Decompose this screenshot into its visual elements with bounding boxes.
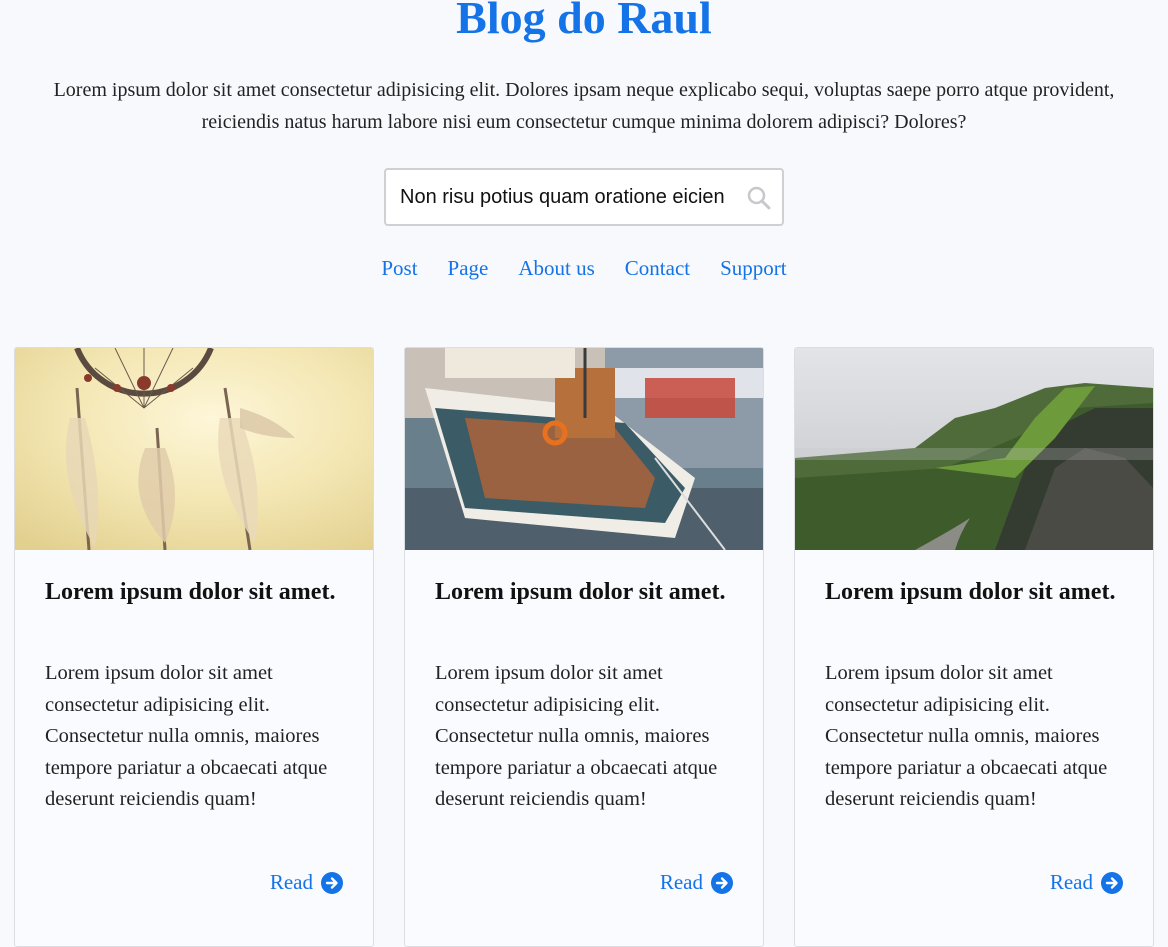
read-label: Read	[1049, 870, 1093, 894]
nav-item-contact[interactable]: Contact	[625, 256, 690, 281]
main-nav: Post Page About us Contact Support	[0, 256, 1168, 281]
card-title: Lorem ipsum dolor sit amet.	[45, 579, 336, 605]
nav-item-page[interactable]: Page	[448, 256, 489, 281]
card-title: Lorem ipsum dolor sit amet.	[825, 579, 1116, 605]
read-label: Read	[659, 870, 703, 894]
read-link[interactable]: Read	[270, 870, 343, 895]
card-title: Lorem ipsum dolor sit amet.	[435, 579, 726, 605]
nav-item-post[interactable]: Post	[381, 256, 417, 281]
nav-item-about-us[interactable]: About us	[518, 256, 594, 281]
read-link[interactable]: Read	[1050, 870, 1123, 895]
card-text: Lorem ipsum dolor sit amet consectetur a…	[435, 662, 718, 811]
search-box[interactable]	[384, 168, 784, 226]
nav-item-support[interactable]: Support	[720, 256, 787, 281]
arrow-right-circle-icon	[321, 871, 343, 894]
card-text: Lorem ipsum dolor sit amet consectetur a…	[45, 662, 328, 811]
card-image-sailing-boat[interactable]	[405, 348, 763, 550]
card-image-green-cliffs[interactable]	[795, 348, 1153, 550]
blog-card: Lorem ipsum dolor sit amet. Lorem ipsum …	[404, 347, 764, 947]
read-link[interactable]: Read	[660, 870, 733, 895]
search-input[interactable]	[400, 182, 744, 212]
blog-card: Lorem ipsum dolor sit amet. Lorem ipsum …	[794, 347, 1154, 947]
read-label: Read	[269, 870, 313, 894]
search-icon[interactable]	[746, 185, 772, 211]
intro-text: Lorem ipsum dolor sit amet consectetur a…	[53, 79, 1115, 133]
arrow-right-circle-icon	[711, 871, 733, 894]
blog-card: Lorem ipsum dolor sit amet. Lorem ipsum …	[14, 347, 374, 947]
card-image-dreamcatcher[interactable]	[15, 348, 373, 550]
card-text: Lorem ipsum dolor sit amet consectetur a…	[825, 662, 1108, 811]
arrow-right-circle-icon	[1101, 871, 1123, 894]
site-title: Blog do Raul	[456, 0, 712, 43]
